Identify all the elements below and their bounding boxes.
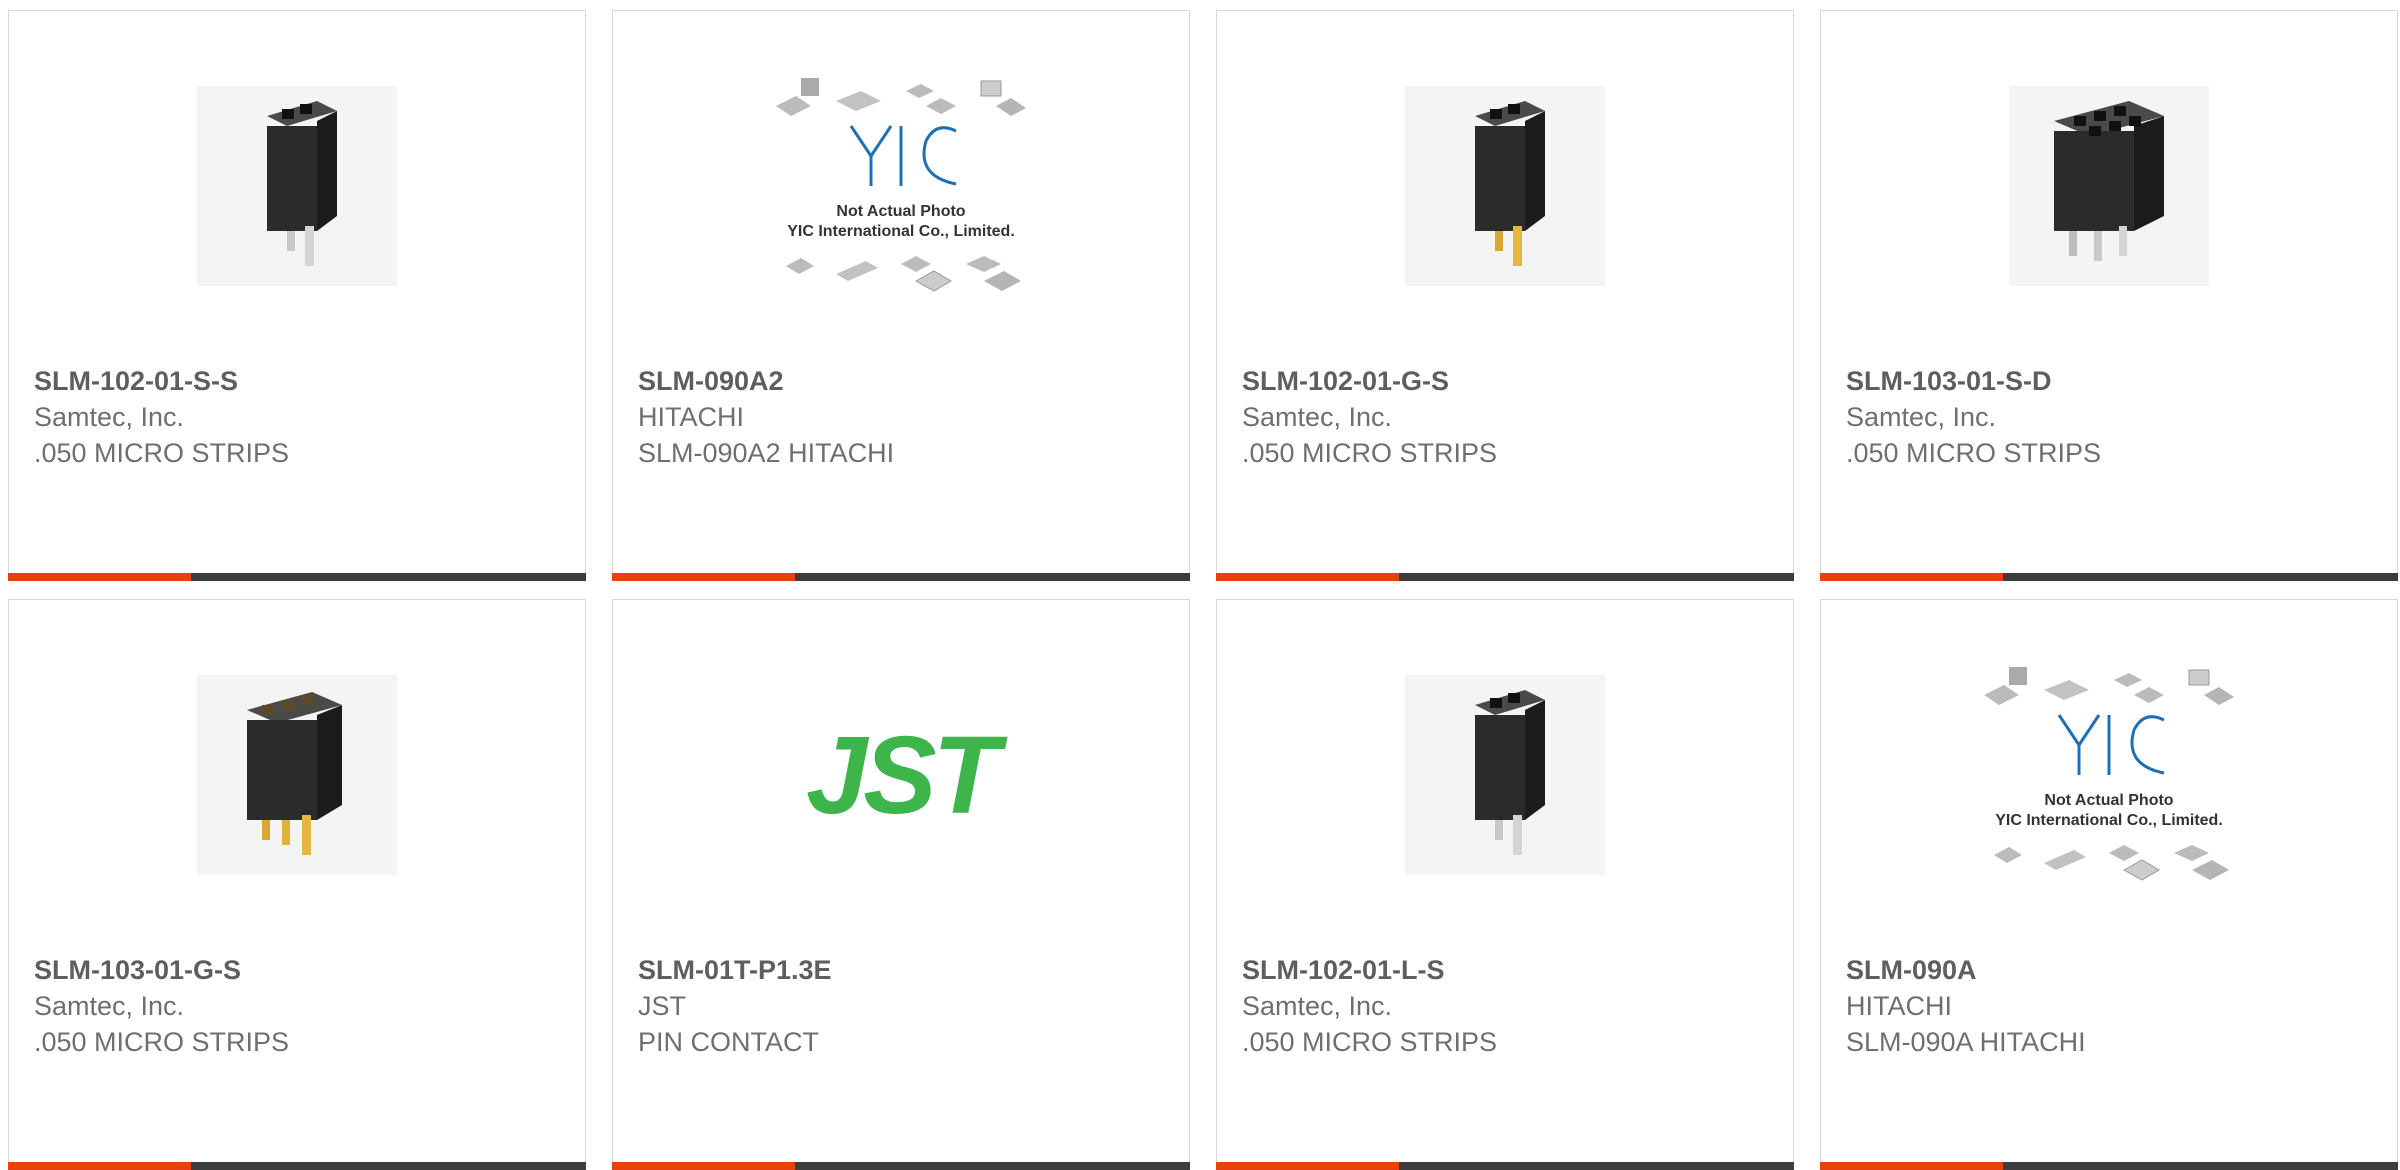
manufacturer: Samtec, Inc. — [1846, 402, 1997, 432]
svg-text:YIC International Co., Limited: YIC International Co., Limited. — [1995, 812, 2223, 829]
connector-6pin-silver-icon — [2054, 101, 2164, 261]
product-card[interactable]: SLM-102-01-G-S Samtec, Inc. .050 MICRO S… — [1216, 10, 1794, 581]
description: PIN CONTACT — [638, 1027, 819, 1057]
card-bottom-bar — [1820, 1162, 2398, 1170]
product-card[interactable]: SLM-102-01-L-S Samtec, Inc. .050 MICRO S… — [1216, 599, 1794, 1170]
svg-text:YIC International Co., Limited: YIC International Co., Limited. — [787, 223, 1015, 240]
product-image[interactable] — [1821, 81, 2397, 291]
product-card[interactable]: SLM-103-01-S-D Samtec, Inc. .050 MICRO S… — [1820, 10, 2398, 581]
connector-2pin-silver-icon — [1475, 690, 1545, 855]
manufacturer: Samtec, Inc. — [1242, 402, 1393, 432]
description: SLM-090A2 HITACHI — [638, 438, 895, 468]
jst-logo: JST — [806, 713, 1000, 837]
product-image[interactable] — [1217, 81, 1793, 291]
manufacturer: HITACHI — [1846, 991, 1952, 1021]
manufacturer: Samtec, Inc. — [1242, 991, 1393, 1021]
connector-2pin-silver-icon — [267, 101, 337, 266]
manufacturer: HITACHI — [638, 402, 744, 432]
part-number[interactable]: SLM-090A2 — [638, 363, 894, 399]
description: .050 MICRO STRIPS — [34, 1027, 290, 1057]
manufacturer: Samtec, Inc. — [34, 402, 185, 432]
card-bottom-bar — [8, 573, 586, 581]
product-image[interactable]: JST — [613, 670, 1189, 880]
card-bottom-bar — [612, 573, 1190, 581]
svg-text:Not Actual Photo: Not Actual Photo — [2044, 792, 2173, 809]
product-card[interactable]: SLM-102-01-S-S Samtec, Inc. .050 MICRO S… — [8, 10, 586, 581]
product-image[interactable]: Not Actual Photo YIC International Co., … — [613, 78, 1189, 292]
yic-placeholder-icon: Not Actual Photo YIC International Co., … — [1984, 667, 2234, 881]
description: .050 MICRO STRIPS — [34, 438, 290, 468]
description: .050 MICRO STRIPS — [1242, 438, 1498, 468]
description: .050 MICRO STRIPS — [1846, 438, 2102, 468]
part-number[interactable]: SLM-102-01-G-S — [1242, 363, 1497, 399]
connector-2pin-gold-icon — [1475, 101, 1545, 266]
product-card[interactable]: Not Actual Photo YIC International Co., … — [612, 10, 1190, 581]
part-number[interactable]: SLM-102-01-L-S — [1242, 952, 1497, 988]
part-number[interactable]: SLM-103-01-S-D — [1846, 363, 2101, 399]
svg-text:Not Actual Photo: Not Actual Photo — [836, 203, 965, 220]
manufacturer: Samtec, Inc. — [34, 991, 185, 1021]
description: .050 MICRO STRIPS — [1242, 1027, 1498, 1057]
product-image[interactable]: Not Actual Photo YIC International Co., … — [1821, 667, 2397, 881]
card-bottom-bar — [8, 1162, 586, 1170]
part-number[interactable]: SLM-102-01-S-S — [34, 363, 289, 399]
product-image[interactable] — [9, 670, 585, 880]
part-number[interactable]: SLM-01T-P1.3E — [638, 952, 832, 988]
card-bottom-bar — [1216, 573, 1794, 581]
card-bottom-bar — [612, 1162, 1190, 1170]
product-image[interactable] — [9, 81, 585, 291]
card-bottom-bar — [1216, 1162, 1794, 1170]
product-card[interactable]: JST SLM-01T-P1.3E JST PIN CONTACT — [612, 599, 1190, 1170]
card-bottom-bar — [1820, 573, 2398, 581]
product-card[interactable]: Not Actual Photo YIC International Co., … — [1820, 599, 2398, 1170]
description: SLM-090A HITACHI — [1846, 1027, 2086, 1057]
part-number[interactable]: SLM-090A — [1846, 952, 2086, 988]
product-grid: SLM-102-01-S-S Samtec, Inc. .050 MICRO S… — [0, 0, 2400, 1170]
manufacturer: JST — [638, 991, 687, 1021]
connector-3pin-gold-icon — [247, 692, 342, 855]
yic-placeholder-icon: Not Actual Photo YIC International Co., … — [776, 78, 1026, 292]
product-image[interactable] — [1217, 670, 1793, 880]
part-number[interactable]: SLM-103-01-G-S — [34, 952, 289, 988]
product-card[interactable]: SLM-103-01-G-S Samtec, Inc. .050 MICRO S… — [8, 599, 586, 1170]
